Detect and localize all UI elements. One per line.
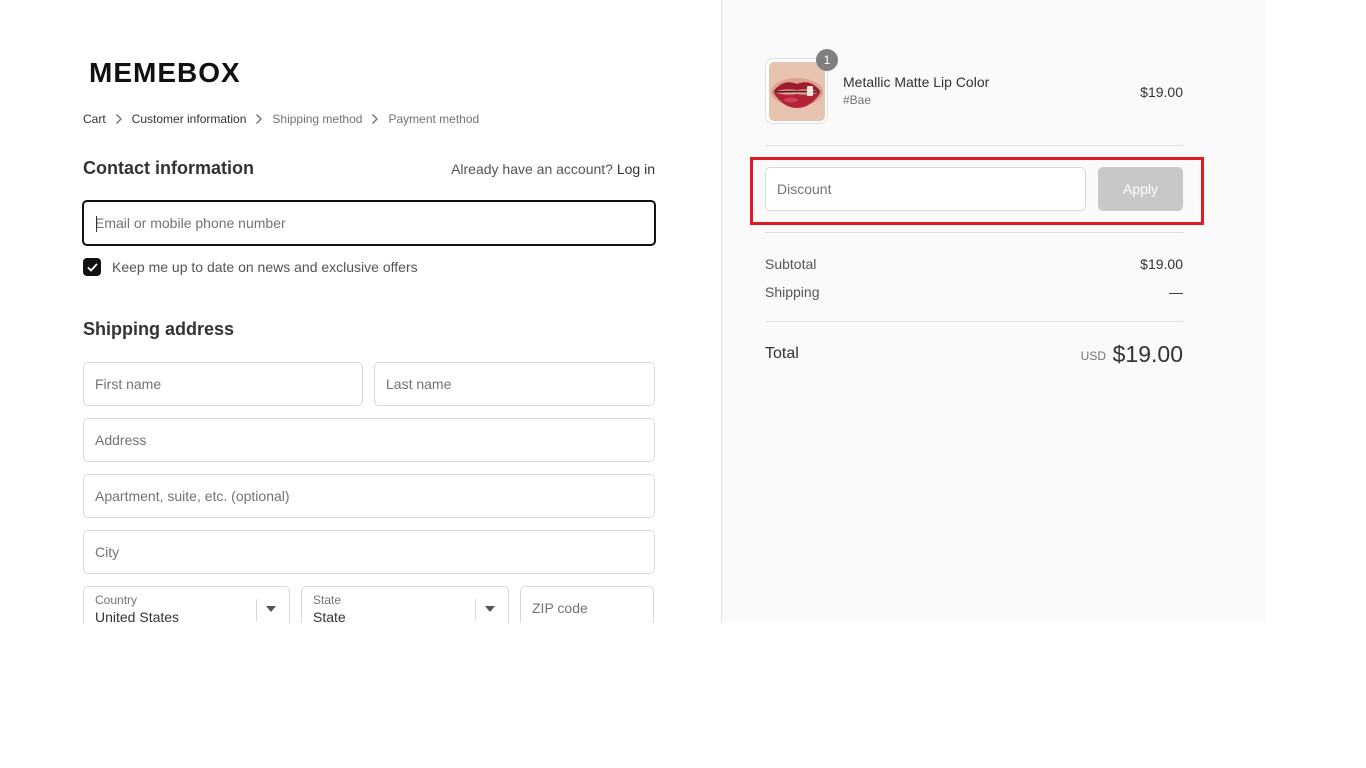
breadcrumb-cart[interactable]: Cart [83,112,106,126]
product-name: Metallic Matte Lip Color [843,74,990,90]
summary-divider [765,232,1183,233]
contact-information-heading: Contact information [83,158,254,178]
subtotal-value: $19.00 [1140,256,1183,272]
newsletter-label: Keep me up to date on news and exclusive… [112,259,418,275]
city-field [83,530,655,574]
lip-product-image [769,62,825,121]
discount-field [765,167,1086,211]
total-label: Total [765,345,799,362]
zip-code-input[interactable] [521,587,653,623]
select-divider [475,599,476,621]
shipping-value: — [1169,284,1183,300]
zip-code-field [520,586,654,623]
total-currency: USD [1080,349,1106,363]
city-input[interactable] [84,531,654,573]
first-name-input[interactable] [84,363,362,405]
product-variant: #Bae [843,93,872,107]
checkout-page: MEMEBOX Cart Customer information Shippi… [0,0,1366,768]
discount-input[interactable] [766,168,1085,210]
login-link[interactable]: Log in [617,161,655,177]
breadcrumb-payment-method: Payment method [388,112,480,126]
country-select-label: Country [95,593,138,607]
shipping-address-heading: Shipping address [83,319,235,339]
country-select[interactable]: Country United States [83,586,290,623]
caret-down-icon [266,606,276,612]
account-prompt: Already have an account? Log in [451,161,655,177]
newsletter-checkbox[interactable] [83,258,101,276]
last-name-field [374,362,655,406]
product-price: $19.00 [1140,84,1183,100]
summary-divider [765,145,1183,146]
quantity-badge: 1 [816,49,838,71]
address-input[interactable] [84,419,654,461]
summary-divider [765,321,1183,322]
chevron-right-icon [246,114,272,124]
breadcrumb-shipping-method: Shipping method [272,112,363,126]
apply-discount-button[interactable]: Apply [1098,167,1183,211]
email-field-wrapper [82,200,656,246]
select-divider [256,599,257,621]
chevron-right-icon [106,114,132,124]
address-field [83,418,655,462]
text-cursor [96,216,97,232]
apartment-input[interactable] [84,475,654,517]
last-name-input[interactable] [375,363,654,405]
apartment-field [83,474,655,518]
caret-down-icon [485,606,495,612]
state-select[interactable]: State State [301,586,509,623]
total-value: $19.00 [1112,341,1183,367]
breadcrumb: Cart Customer information Shipping metho… [83,112,479,126]
chevron-right-icon [362,114,388,124]
checkmark-icon [86,262,98,272]
checkout-viewport: MEMEBOX Cart Customer information Shippi… [0,0,1366,623]
email-input[interactable] [84,202,654,244]
shipping-label: Shipping [765,284,820,300]
country-select-value: United States [95,609,180,623]
state-select-value: State [313,609,346,623]
account-prompt-text: Already have an account? [451,161,613,177]
first-name-field [83,362,363,406]
state-select-label: State [313,593,342,607]
memebox-logo[interactable]: MEMEBOX [89,57,241,89]
newsletter-option[interactable]: Keep me up to date on news and exclusive… [83,258,418,276]
breadcrumb-customer-information: Customer information [131,112,247,126]
subtotal-label: Subtotal [765,256,817,272]
